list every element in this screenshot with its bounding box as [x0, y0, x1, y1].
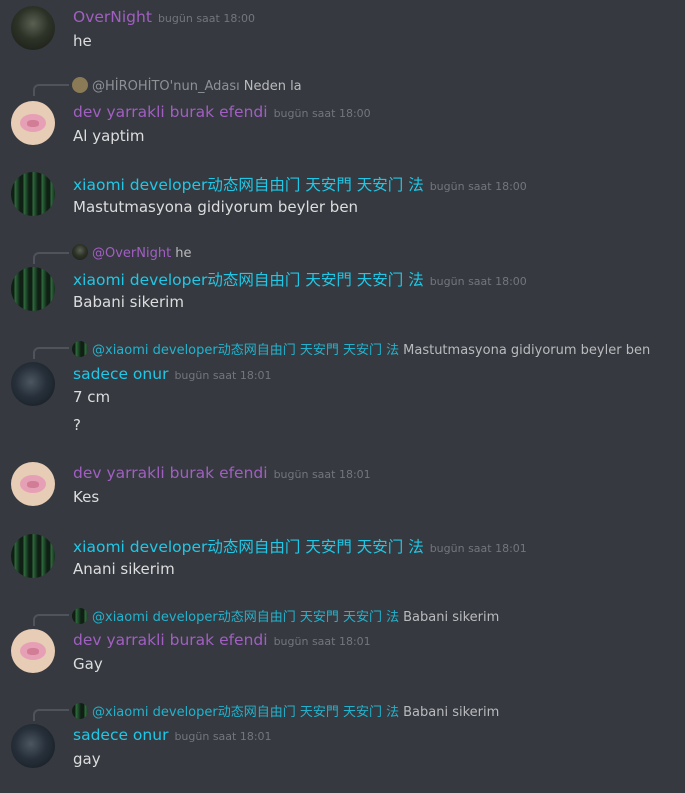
- reply-avatar: [72, 703, 88, 719]
- reply-text: Babani sikerim: [403, 705, 500, 720]
- reply-spine: [33, 252, 69, 264]
- author-name[interactable]: OverNight: [73, 8, 152, 26]
- avatar[interactable]: [11, 462, 55, 506]
- message-text: Anani sikerim: [73, 560, 175, 578]
- reply-author[interactable]: @HİROHİTO'nun_Adası: [92, 79, 240, 94]
- reply-spine: [33, 84, 69, 96]
- message-header: OverNight bugün saat 18:00: [73, 7, 255, 26]
- message-header: dev yarrakli burak efendi bugün saat 18:0…: [73, 630, 371, 649]
- avatar[interactable]: [11, 724, 55, 768]
- author-name[interactable]: xiaomi developer动态网自由门 天安門 天安门 法: [73, 176, 424, 194]
- timestamp: bugün saat 18:00: [429, 275, 527, 288]
- message-text: Mastutmasyona gidiyorum beyler ben: [73, 198, 359, 216]
- timestamp: bugün saat 18:01: [273, 468, 371, 481]
- avatar[interactable]: [11, 362, 55, 406]
- reply-text: Babani sikerim: [403, 610, 500, 625]
- author-name[interactable]: dev yarrakli burak efendi: [73, 631, 268, 649]
- avatar[interactable]: [11, 267, 55, 311]
- reply-preview[interactable]: @OverNight he: [72, 244, 191, 261]
- reply-spine: [33, 709, 69, 721]
- author-name[interactable]: xiaomi developer动态网自由门 天安門 天安门 法: [73, 538, 424, 556]
- avatar[interactable]: [11, 629, 55, 673]
- timestamp: bugün saat 18:01: [273, 635, 371, 648]
- avatar[interactable]: [11, 6, 55, 50]
- reply-preview[interactable]: @HİROHİTO'nun_Adası Neden la: [72, 77, 302, 94]
- message-text: gay: [73, 750, 101, 768]
- reply-avatar: [72, 244, 88, 260]
- message-header: sadece onur bugün saat 18:01: [73, 364, 272, 383]
- reply-avatar: [72, 608, 88, 624]
- timestamp: bugün saat 18:01: [174, 369, 272, 382]
- message-text: Babani sikerim: [73, 293, 184, 311]
- message-text: Gay: [73, 655, 103, 673]
- author-name[interactable]: sadece onur: [73, 726, 168, 744]
- reply-text: Neden la: [243, 79, 302, 94]
- message-header: xiaomi developer动态网自由门 天安門 天安门 法 bugün sa…: [73, 268, 527, 290]
- reply-text: Mastutmasyona gidiyorum beyler ben: [403, 343, 651, 358]
- reply-author[interactable]: @xiaomi developer动态网自由门 天安門 天安门 法: [92, 610, 399, 625]
- reply-text: he: [175, 246, 192, 261]
- reply-author[interactable]: @xiaomi developer动态网自由门 天安門 天安门 法: [92, 705, 399, 720]
- author-name[interactable]: dev yarrakli burak efendi: [73, 464, 268, 482]
- message-header: xiaomi developer动态网自由门 天安門 天安门 法 bugün sa…: [73, 173, 527, 195]
- avatar[interactable]: [11, 534, 55, 578]
- author-name[interactable]: sadece onur: [73, 365, 168, 383]
- timestamp: bugün saat 18:01: [429, 542, 527, 555]
- timestamp: bugün saat 18:00: [273, 107, 371, 120]
- avatar[interactable]: [11, 172, 55, 216]
- message-text: 7 cm: [73, 388, 111, 406]
- reply-author[interactable]: @xiaomi developer动态网自由门 天安門 天安门 法: [92, 343, 399, 358]
- timestamp: bugün saat 18:00: [429, 180, 527, 193]
- reply-preview[interactable]: @xiaomi developer动态网自由门 天安門 天安门 法 Mastutm…: [72, 339, 650, 358]
- reply-preview[interactable]: @xiaomi developer动态网自由门 天安門 天安门 法 Babani …: [72, 701, 499, 720]
- reply-spine: [33, 347, 69, 359]
- avatar[interactable]: [11, 101, 55, 145]
- message-text: he: [73, 32, 92, 50]
- author-name[interactable]: dev yarrakli burak efendi: [73, 103, 268, 121]
- reply-preview[interactable]: @xiaomi developer动态网自由门 天安門 天安门 法 Babani …: [72, 606, 499, 625]
- chat-message-list: OverNight bugün saat 18:00 he @HİROHİTO'n…: [0, 0, 685, 793]
- message-text: Kes: [73, 488, 100, 506]
- author-name[interactable]: xiaomi developer动态网自由门 天安門 天安门 法: [73, 271, 424, 289]
- reply-author[interactable]: @OverNight: [92, 246, 171, 261]
- message-text: ?: [73, 416, 81, 434]
- reply-spine: [33, 614, 69, 626]
- message-text: Al yaptim: [73, 127, 145, 145]
- message-header: xiaomi developer动态网自由门 天安門 天安门 法 bugün sa…: [73, 535, 527, 557]
- timestamp: bugün saat 18:01: [174, 730, 272, 743]
- timestamp: bugün saat 18:00: [157, 12, 256, 25]
- message-header: dev yarrakli burak efendi bugün saat 18:0…: [73, 463, 371, 482]
- reply-avatar: [72, 77, 88, 93]
- message-header: sadece onur bugün saat 18:01: [73, 725, 272, 744]
- message-header: dev yarrakli burak efendi bugün saat 18:0…: [73, 102, 371, 121]
- reply-avatar: [72, 341, 88, 357]
